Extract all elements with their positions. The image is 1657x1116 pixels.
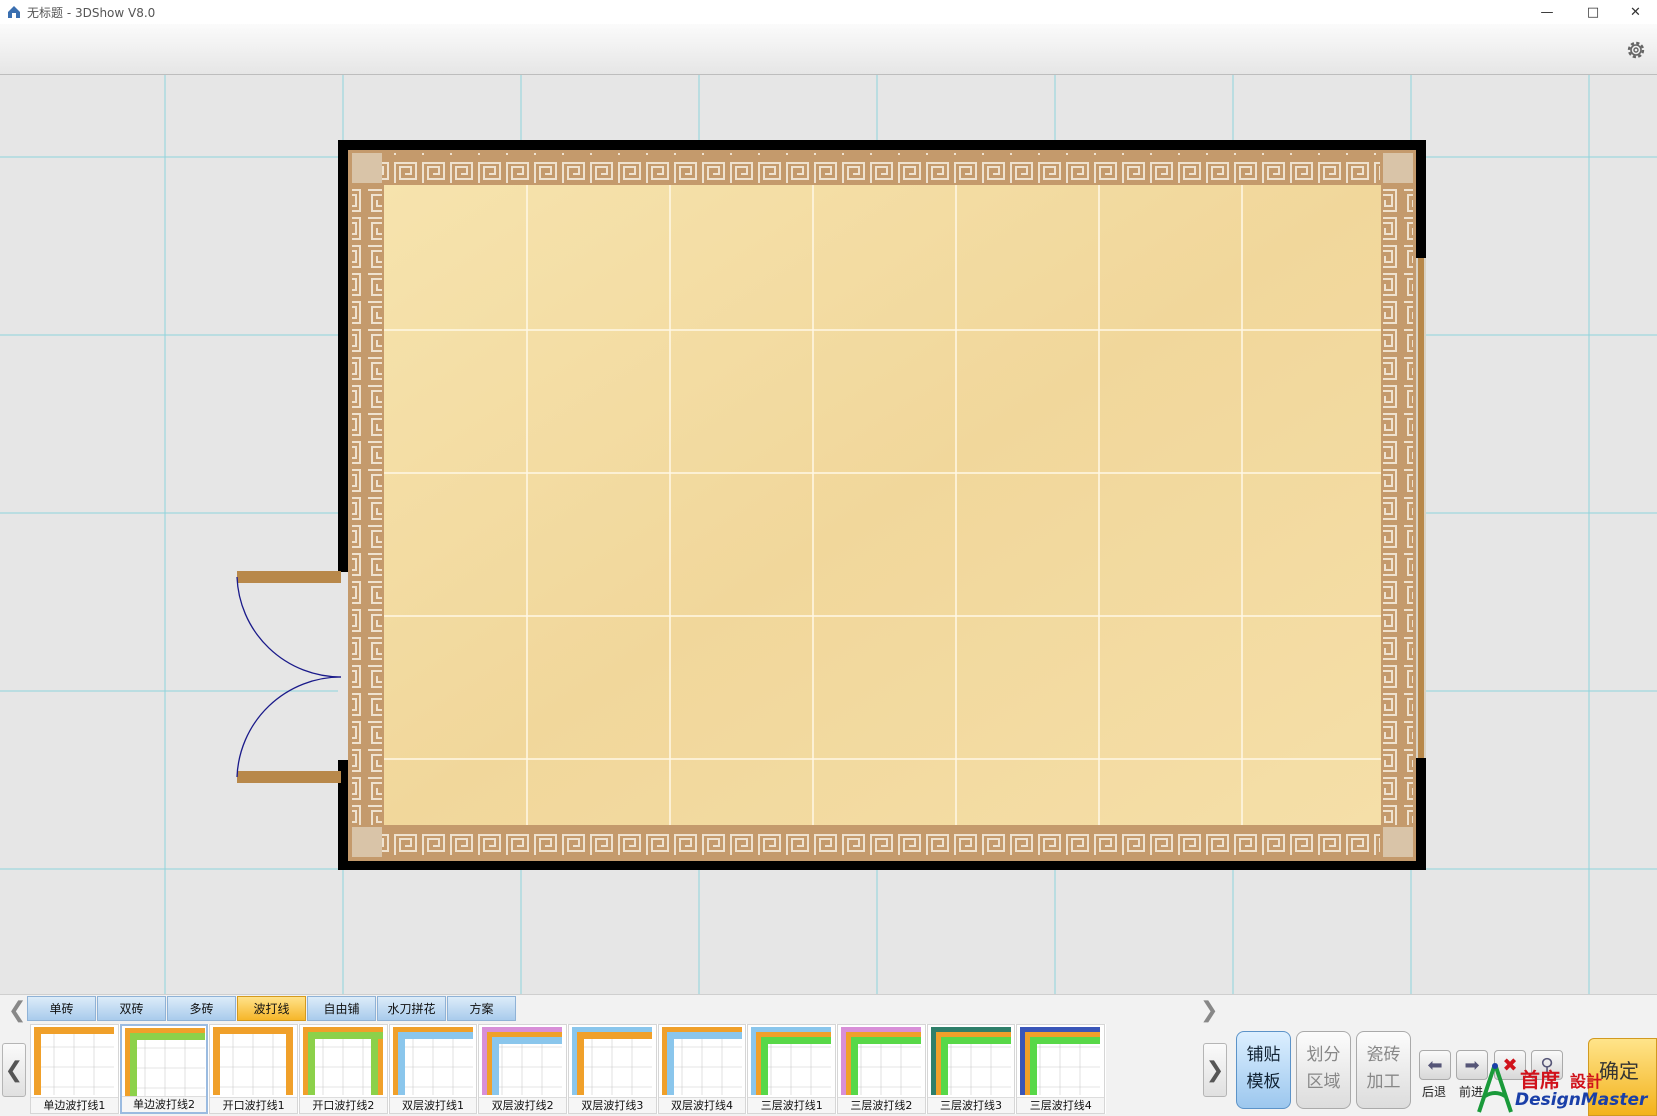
- minimize-icon: —: [1540, 4, 1554, 20]
- template-single2[interactable]: 单边波打线2: [119, 1024, 209, 1114]
- paste-template-line2: 模板: [1246, 1072, 1281, 1092]
- designmaster-logo: 首席 設計 DesignMaster: [1475, 1060, 1657, 1116]
- tabs-scroll-right-icon[interactable]: ❯: [1200, 998, 1218, 1023]
- tile-process-button[interactable]: 瓷砖 加工: [1356, 1031, 1411, 1109]
- template-preview-icon: [34, 1027, 114, 1095]
- template-label: 三层波打线3: [927, 1097, 1015, 1113]
- template-label: 三层波打线4: [1017, 1097, 1105, 1113]
- template-preview-icon: [841, 1027, 922, 1095]
- template-label: 双层波打线3: [569, 1097, 656, 1113]
- template-double2[interactable]: 双层波打线2: [478, 1024, 568, 1114]
- template-preview-icon: [482, 1027, 563, 1095]
- chevron-right-icon: ❯: [1205, 1057, 1225, 1083]
- floor-plan-canvas[interactable]: [0, 75, 1657, 994]
- template-label: 单边波打线1: [31, 1097, 118, 1113]
- template-preview-icon: [392, 1027, 473, 1095]
- close-icon: ✕: [1630, 4, 1641, 20]
- thumbs-scroll-right-button[interactable]: ❯: [1203, 1043, 1227, 1097]
- template-double3[interactable]: 双层波打线3: [568, 1024, 657, 1114]
- template-triple1[interactable]: 三层波打线1: [747, 1024, 837, 1114]
- tab-free-paving[interactable]: 自由铺: [307, 996, 376, 1021]
- template-preview-icon: [751, 1027, 832, 1095]
- template-triple4[interactable]: 三层波打线4: [1016, 1024, 1106, 1114]
- tab-waterjet-mosaic[interactable]: 水刀拼花: [377, 996, 446, 1021]
- window-frame: [1418, 258, 1424, 758]
- logo-cn: 首席: [1520, 1068, 1560, 1092]
- tile-process-line2: 加工: [1366, 1072, 1401, 1092]
- template-label: 单边波打线2: [121, 1096, 207, 1112]
- thumbs-scroll-left-button[interactable]: ❮: [2, 1043, 26, 1097]
- template-label: 双层波打线2: [479, 1097, 567, 1113]
- minimize-button[interactable]: —: [1524, 0, 1570, 24]
- tab-single-tile[interactable]: 单砖: [27, 996, 96, 1021]
- template-label: 双层波打线1: [389, 1097, 477, 1113]
- template-triple2[interactable]: 三层波打线2: [837, 1024, 926, 1114]
- window-title: 无标题 - 3DShow V8.0: [27, 6, 156, 20]
- tab-border-line[interactable]: 波打线: [237, 996, 306, 1021]
- title-bar: 无标题 - 3DShow V8.0 — □ ✕: [0, 0, 1657, 24]
- paste-template-line1: 铺贴: [1246, 1045, 1281, 1065]
- gear-icon[interactable]: [1625, 39, 1647, 61]
- template-preview-icon: [661, 1027, 742, 1095]
- template-gallery: 单边波打线1 单边波打线2 开口波打线1 开口波打线2 双层波打线1 双层波打线2 双层波打…: [30, 1024, 1106, 1114]
- back-label: 后退: [1422, 1085, 1447, 1099]
- template-double4[interactable]: 双层波打线4: [657, 1024, 747, 1114]
- template-preview-icon: [1020, 1027, 1101, 1095]
- template-label: 开口波打线1: [210, 1097, 298, 1113]
- maximize-button[interactable]: □: [1570, 0, 1616, 24]
- chevron-left-icon: ❮: [4, 1057, 24, 1083]
- template-preview-icon: [930, 1027, 1011, 1095]
- template-preview-icon: [213, 1027, 294, 1095]
- logo-en: DesignMaster: [1515, 1090, 1648, 1110]
- door-opening: [338, 572, 348, 760]
- tabs-scroll-left-icon[interactable]: ❮: [8, 998, 26, 1023]
- template-label: 三层波打线1: [748, 1097, 836, 1113]
- template-preview-icon: [124, 1028, 205, 1096]
- template-double1[interactable]: 双层波打线1: [388, 1024, 478, 1114]
- toolbar: [0, 24, 1657, 75]
- logo-cn2: 設計: [1570, 1072, 1603, 1091]
- template-open1[interactable]: 开口波打线1: [209, 1024, 299, 1114]
- floor-plan-drawing: [0, 75, 1657, 994]
- tab-multi-tile[interactable]: 多砖: [167, 996, 236, 1021]
- divide-area-line1: 划分: [1306, 1045, 1341, 1065]
- template-preview-icon: [572, 1027, 653, 1095]
- divide-area-line2: 区域: [1306, 1072, 1341, 1092]
- floor-tiles[interactable]: [384, 185, 1381, 825]
- tab-double-tile[interactable]: 双砖: [97, 996, 166, 1021]
- template-single1[interactable]: 单边波打线1: [30, 1024, 119, 1114]
- compass-logo-icon: [1477, 1063, 1513, 1113]
- template-preview-icon: [303, 1027, 384, 1095]
- back-button[interactable]: ⬅: [1419, 1050, 1451, 1080]
- template-label: 开口波打线2: [300, 1097, 387, 1113]
- tile-process-line1: 瓷砖: [1366, 1045, 1401, 1065]
- template-label: 三层波打线2: [838, 1097, 925, 1113]
- category-tabs: 单砖 双砖 多砖 波打线 自由铺 水刀拼花 方案: [27, 996, 517, 1021]
- double-door[interactable]: [236, 571, 342, 783]
- house-icon: [8, 6, 20, 18]
- maximize-icon: □: [1586, 4, 1600, 20]
- divide-area-button[interactable]: 划分 区域: [1296, 1031, 1351, 1109]
- template-triple3[interactable]: 三层波打线3: [926, 1024, 1016, 1114]
- template-open2[interactable]: 开口波打线2: [299, 1024, 388, 1114]
- template-label: 双层波打线4: [658, 1097, 746, 1113]
- tab-scheme[interactable]: 方案: [447, 996, 516, 1021]
- paste-template-button[interactable]: 铺贴 模板: [1236, 1031, 1291, 1109]
- arrow-back-icon: ⬅: [1427, 1054, 1443, 1076]
- close-button[interactable]: ✕: [1614, 0, 1657, 24]
